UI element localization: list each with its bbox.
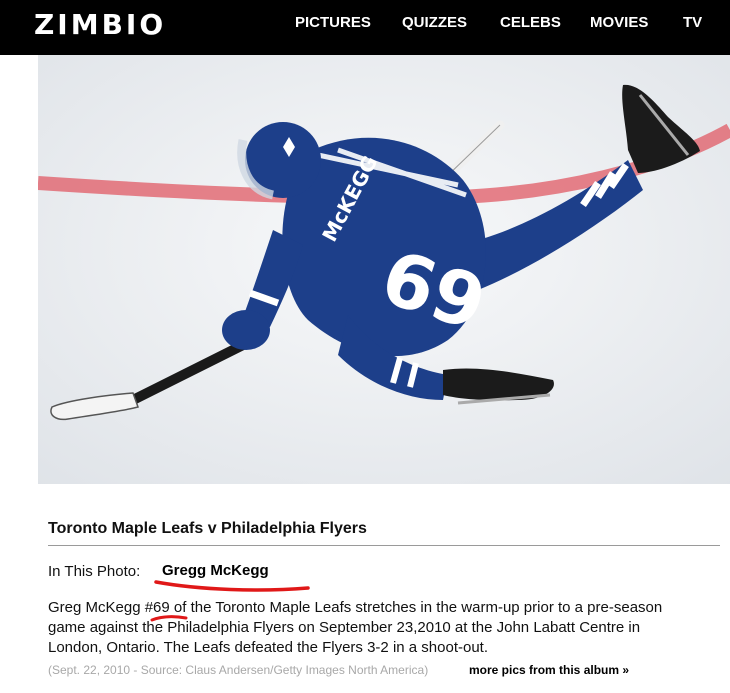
album-title[interactable]: Toronto Maple Leafs v Philadelphia Flyer… xyxy=(48,519,367,539)
photo-caption: Greg McKegg #69 of the Toronto Maple Lea… xyxy=(48,598,728,658)
nav-tv[interactable]: TV xyxy=(683,14,702,32)
hockey-player-photo[interactable]: 69 McKEGG xyxy=(38,55,730,484)
caption-line: game against the Philadelphia Flyers on … xyxy=(48,619,641,636)
top-navigation-bar: ZIMBIO PICTURES QUIZZES CELEBS MOVIES TV xyxy=(0,0,730,55)
nav-movies[interactable]: MOVIES xyxy=(590,14,648,32)
more-pics-link[interactable]: more pics from this album » xyxy=(469,662,629,678)
in-this-photo-label: In This Photo: xyxy=(48,563,141,580)
nav-quizzes[interactable]: QUIZZES xyxy=(402,14,467,32)
photo-illustration: 69 McKEGG xyxy=(38,55,730,484)
divider xyxy=(48,545,720,546)
person-link[interactable]: Gregg McKegg xyxy=(162,562,269,580)
nav-celebs[interactable]: CELEBS xyxy=(500,14,561,32)
caption-line: London, Ontario. The Leafs defeated the … xyxy=(48,639,489,656)
photo-source-meta: (Sept. 22, 2010 - Source: Claus Andersen… xyxy=(48,663,429,677)
caption-line: Greg McKegg #69 of the Toronto Maple Lea… xyxy=(48,599,663,616)
underline-person-name xyxy=(154,580,310,592)
zimbio-logo[interactable]: ZIMBIO xyxy=(34,9,166,41)
nav-pictures[interactable]: PICTURES xyxy=(295,14,371,32)
